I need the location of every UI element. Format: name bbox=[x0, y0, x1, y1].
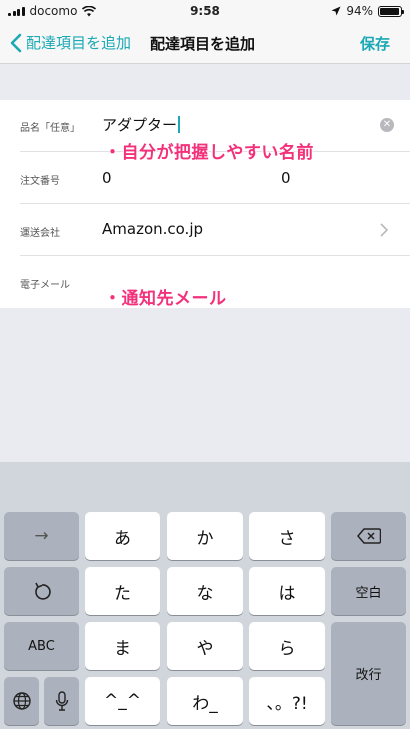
abc-mode-key[interactable]: ABC bbox=[4, 622, 79, 670]
email-annotation: ・通知先メール bbox=[104, 289, 227, 309]
carrier-value: Amazon.co.jp bbox=[102, 220, 204, 238]
key-sa[interactable]: さ bbox=[249, 512, 325, 560]
item-name-input[interactable]: アダプター bbox=[102, 114, 181, 135]
clear-text-icon[interactable]: ✕ bbox=[380, 118, 394, 132]
globe-key[interactable] bbox=[4, 677, 39, 725]
key-a[interactable]: あ bbox=[85, 512, 160, 560]
order-number-label: 注文番号 bbox=[20, 176, 60, 187]
key-wa[interactable]: わ_ bbox=[167, 677, 243, 725]
text-cursor bbox=[178, 116, 181, 133]
return-key[interactable]: 改行 bbox=[331, 622, 406, 725]
back-button-label: 配達項目を追加 bbox=[26, 34, 132, 52]
carrier-row[interactable]: 運送会社 Amazon.co.jp bbox=[0, 204, 410, 256]
battery-fill bbox=[380, 7, 399, 15]
section-spacer bbox=[0, 64, 410, 100]
next-candidate-key[interactable]: → bbox=[4, 512, 79, 560]
globe-icon bbox=[12, 692, 31, 710]
chevron-left-icon bbox=[10, 33, 22, 52]
order-number-input[interactable]: 0 bbox=[102, 169, 112, 187]
email-label: 電子メール bbox=[20, 280, 70, 291]
microphone-key[interactable] bbox=[44, 677, 79, 725]
microphone-icon bbox=[55, 691, 68, 711]
key-na[interactable]: な bbox=[167, 567, 243, 615]
save-button[interactable]: 保存 bbox=[360, 33, 390, 54]
status-bar: docomo 9:58 94% bbox=[0, 0, 410, 22]
space-key[interactable]: 空白 bbox=[331, 567, 406, 615]
japanese-keyboard: → あ か さ た な は 空白 ABC ま や ら 改行 ^_^ わ_ 、。?… bbox=[0, 462, 410, 729]
key-ha[interactable]: は bbox=[249, 567, 325, 615]
navigation-bar: 配達項目を追加 配達項目を追加 保存 bbox=[0, 22, 410, 64]
key-ya[interactable]: や bbox=[167, 622, 243, 670]
key-ka[interactable]: か bbox=[167, 512, 243, 560]
add-delivery-form: 品名「任意」 アダプター ✕ 注文番号 0 0 運送会社 Amazon.co.j… bbox=[0, 100, 410, 308]
back-button[interactable]: 配達項目を追加 bbox=[10, 32, 131, 53]
item-name-value: アダプター bbox=[102, 116, 178, 134]
carrier-label: 運送会社 bbox=[20, 228, 60, 239]
battery-icon bbox=[378, 5, 404, 17]
order-number-secondary-input[interactable]: 0 bbox=[281, 169, 291, 187]
key-ta[interactable]: た bbox=[85, 567, 160, 615]
key-ma[interactable]: ま bbox=[85, 622, 160, 670]
delete-icon bbox=[356, 528, 381, 544]
item-name-label: 品名「任意」 bbox=[20, 123, 80, 134]
item-name-annotation: ・自分が把握しやすい名前 bbox=[104, 143, 314, 163]
location-arrow-icon bbox=[331, 6, 341, 16]
key-ra[interactable]: ら bbox=[249, 622, 325, 670]
page-title: 配達項目を追加 bbox=[150, 35, 256, 53]
chevron-right-icon bbox=[380, 223, 388, 237]
punctuation-key[interactable]: 、。?! bbox=[249, 677, 325, 725]
battery-percent: 94% bbox=[346, 4, 373, 18]
undo-key[interactable] bbox=[4, 567, 79, 615]
undo-icon bbox=[34, 582, 51, 600]
emoticon-key[interactable]: ^_^ bbox=[85, 677, 160, 725]
delete-key[interactable] bbox=[331, 512, 406, 560]
